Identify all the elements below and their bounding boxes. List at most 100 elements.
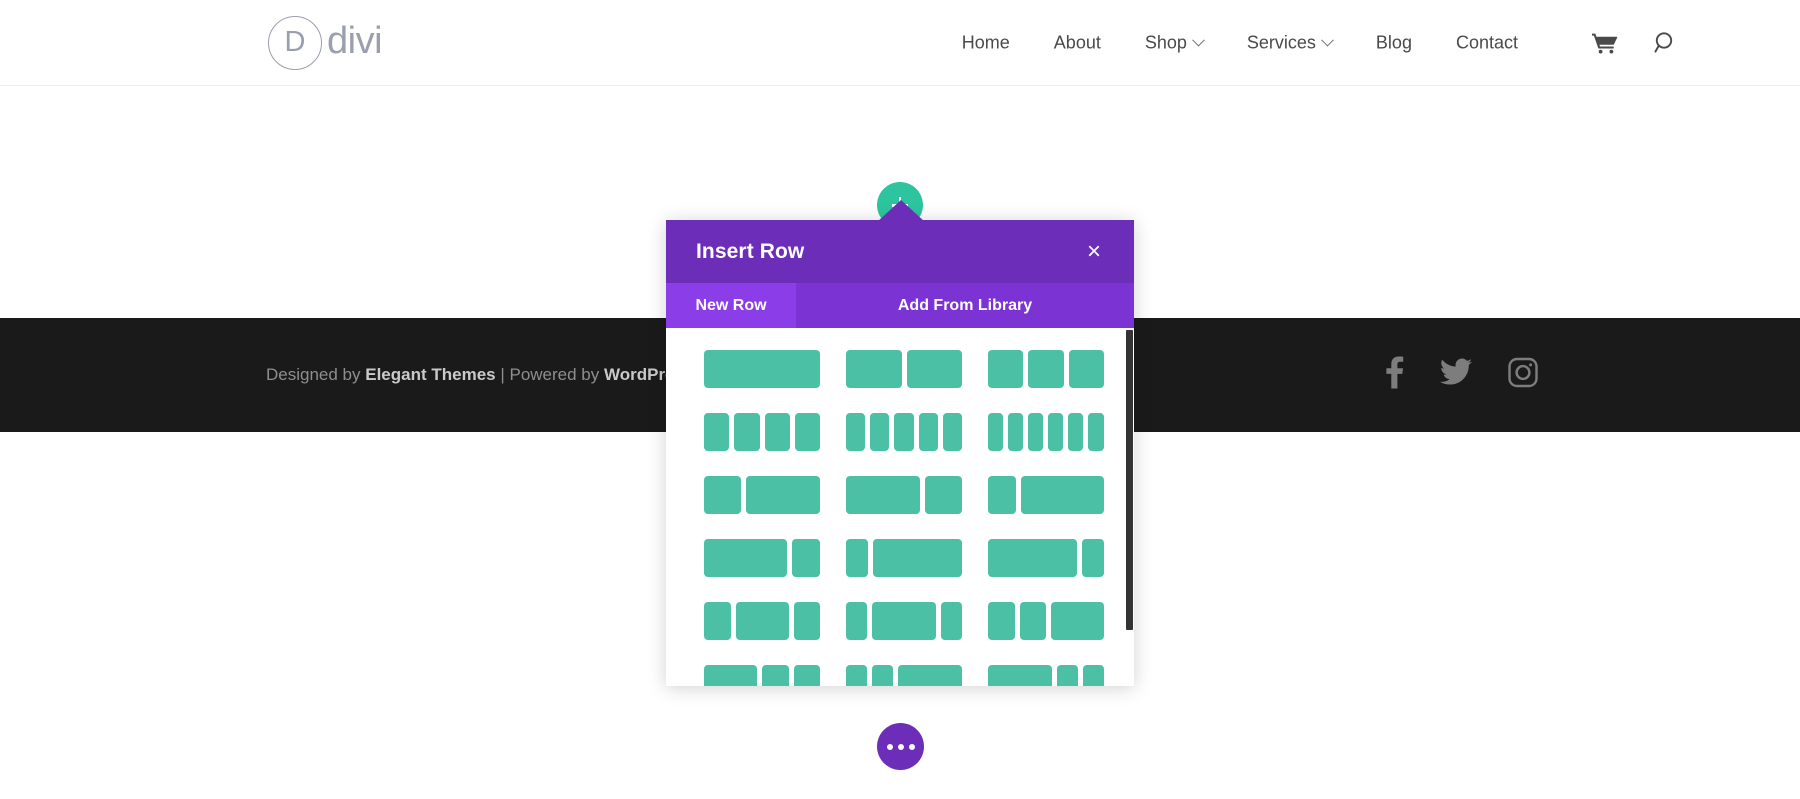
nav-item-about[interactable]: About — [1032, 32, 1123, 53]
layout-column — [925, 476, 962, 514]
layout-column — [988, 602, 1015, 640]
row-layout-half-one-fourth-one-fourth[interactable] — [704, 665, 820, 686]
layout-column — [918, 413, 938, 451]
tab-label: New Row — [695, 296, 767, 314]
layout-column — [846, 476, 920, 514]
ellipsis-dot-icon — [897, 743, 904, 750]
layout-column — [704, 476, 741, 514]
row-layout-one-third-two-thirds[interactable] — [704, 476, 820, 514]
twitter-icon[interactable] — [1439, 358, 1472, 392]
nav-item-blog[interactable]: Blog — [1354, 32, 1434, 53]
layout-column — [1081, 539, 1104, 577]
layout-column — [1048, 413, 1064, 451]
modal-pointer-arrow — [877, 200, 925, 222]
footer-credit-brand[interactable]: Elegant Themes — [365, 365, 495, 384]
layout-column — [704, 602, 731, 640]
layout-column — [870, 413, 890, 451]
row-layout-2-equal-columns[interactable] — [846, 350, 962, 388]
layout-column — [988, 350, 1024, 388]
layout-column — [873, 539, 962, 577]
tab-new-row[interactable]: New Row — [666, 283, 796, 328]
footer-social-group — [1384, 356, 1538, 394]
layout-column — [872, 665, 894, 686]
row-layout-one-fifth-one-fifth-three-fifths[interactable] — [846, 665, 962, 686]
layout-column — [898, 665, 962, 686]
footer-credit-separator: | — [495, 365, 510, 384]
shopping-cart-icon[interactable] — [1592, 32, 1618, 54]
layout-column — [846, 350, 902, 388]
nav-item-shop[interactable]: Shop — [1123, 32, 1225, 53]
layout-column — [704, 350, 820, 388]
row-layout-two-thirds-one-third[interactable] — [846, 476, 962, 514]
row-layout-one-fourth-three-fourths[interactable] — [988, 476, 1104, 514]
modal-scrollbar-track[interactable] — [1125, 328, 1134, 686]
layout-column — [894, 413, 914, 451]
row-layout-1-column[interactable] — [704, 350, 820, 388]
row-layout-three-fifths-one-fifth-one-fifth[interactable] — [988, 665, 1104, 686]
divi-logo-text: divi — [327, 19, 383, 62]
search-icon[interactable] — [1654, 31, 1678, 55]
layout-column — [1028, 350, 1064, 388]
row-layout-3-equal-columns[interactable] — [988, 350, 1104, 388]
layout-column — [988, 665, 1052, 686]
row-layout-three-fourths-one-fourth[interactable] — [704, 539, 820, 577]
tab-label: Add From Library — [897, 296, 1033, 314]
tab-add-from-library[interactable]: Add From Library — [796, 283, 1134, 328]
layout-column — [762, 665, 789, 686]
layout-column — [906, 350, 962, 388]
layout-column — [793, 602, 820, 640]
layout-column — [846, 539, 869, 577]
row-layout-four-fifths-one-fifth[interactable] — [988, 539, 1104, 577]
row-layout-one-fourth-one-fourth-half[interactable] — [988, 602, 1104, 640]
nav-item-contact[interactable]: Contact — [1434, 32, 1540, 53]
ellipsis-dot-icon — [908, 743, 915, 750]
layout-column — [846, 413, 866, 451]
facebook-icon[interactable] — [1384, 356, 1404, 394]
nav-item-services[interactable]: Services — [1225, 32, 1354, 53]
chevron-down-icon — [1192, 33, 1205, 47]
layout-column — [704, 539, 788, 577]
layout-column — [734, 413, 760, 451]
site-header: D divi Home About Shop Services Blog Con — [0, 0, 1800, 86]
modal-tabs: New Row Add From Library — [666, 283, 1134, 328]
chevron-down-icon — [1321, 33, 1334, 47]
row-layout-one-fifth-three-fifths-one-fifth[interactable] — [846, 602, 962, 640]
row-layout-one-fourth-half-one-fourth[interactable] — [704, 602, 820, 640]
layout-column — [764, 413, 790, 451]
nav-label: About — [1053, 32, 1101, 52]
layout-column — [1068, 350, 1104, 388]
ellipsis-dot-icon — [886, 743, 893, 750]
layout-column — [988, 539, 1077, 577]
layout-column — [872, 602, 936, 640]
main-navigation: Home About Shop Services Blog Contact — [940, 32, 1540, 53]
row-layout-one-fifth-four-fifths[interactable] — [846, 539, 962, 577]
layout-column — [988, 413, 1004, 451]
close-icon[interactable]: × — [1082, 239, 1106, 264]
layout-column — [988, 476, 1016, 514]
nav-label: Contact — [1455, 32, 1518, 52]
page-root: D divi Home About Shop Services Blog Con — [0, 0, 1800, 799]
instagram-icon[interactable] — [1508, 357, 1538, 393]
builder-settings-button[interactable] — [877, 723, 924, 770]
row-layout-5-equal-columns[interactable] — [846, 413, 962, 451]
footer-credit-middle: Powered by — [509, 365, 604, 384]
layout-column — [704, 413, 730, 451]
row-layout-grid — [704, 350, 1104, 686]
layout-column — [1082, 665, 1104, 686]
layout-column — [704, 665, 757, 686]
divi-logo[interactable]: D divi — [268, 15, 383, 70]
layout-column — [1008, 413, 1024, 451]
row-layout-6-equal-columns[interactable] — [988, 413, 1104, 451]
layout-column — [735, 602, 789, 640]
insert-row-modal: Insert Row × New Row Add From Library — [666, 220, 1134, 686]
header-icon-group — [1592, 31, 1678, 55]
modal-scrollbar-thumb[interactable] — [1126, 330, 1133, 630]
modal-header: Insert Row × — [666, 220, 1134, 283]
footer-credit-prefix: Designed by — [266, 365, 366, 384]
layout-column — [942, 413, 962, 451]
footer-credit: Designed by Elegant Themes | Powered by … — [266, 365, 693, 385]
nav-label: Services — [1246, 32, 1316, 52]
row-layout-4-equal-columns[interactable] — [704, 413, 820, 451]
nav-item-home[interactable]: Home — [940, 32, 1032, 53]
layout-column — [793, 665, 820, 686]
